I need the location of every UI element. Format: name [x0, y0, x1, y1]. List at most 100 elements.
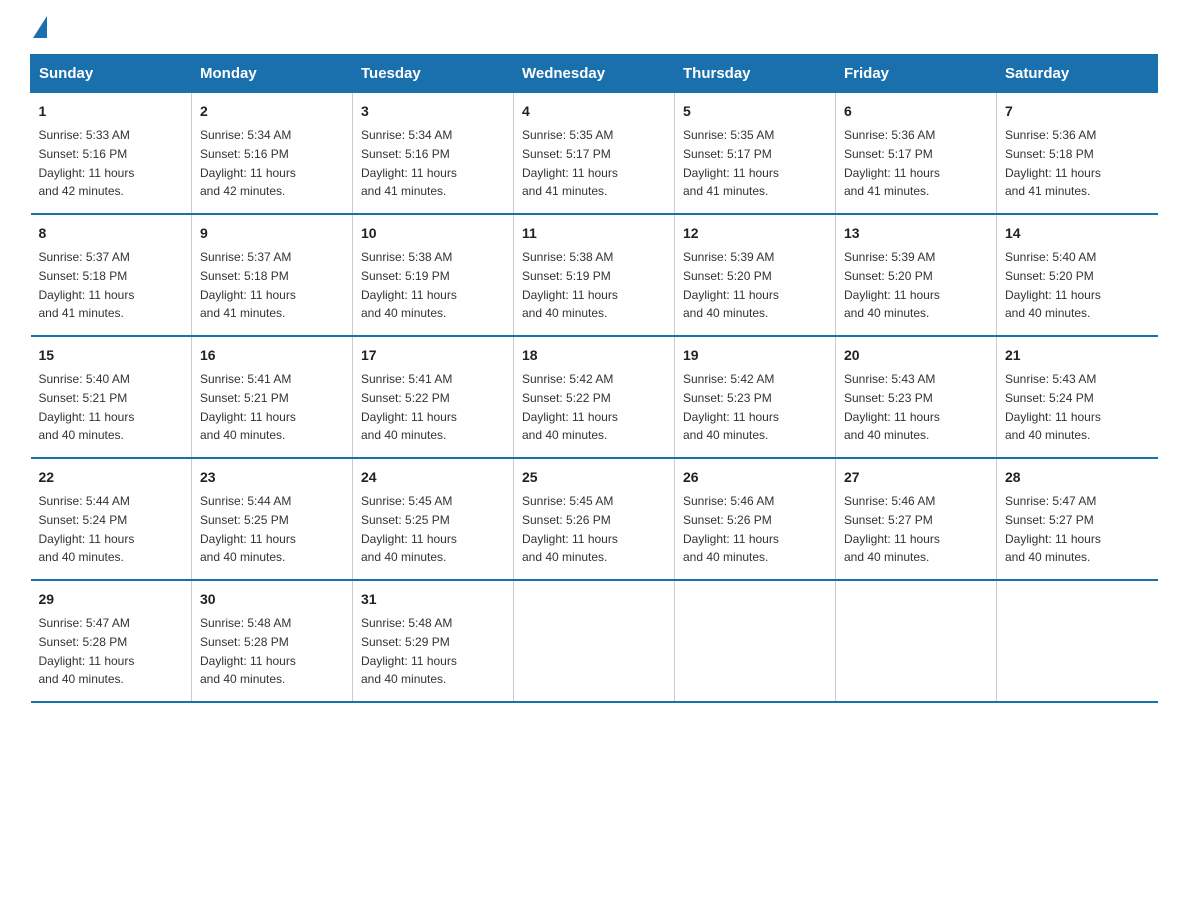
- calendar-cell: 25Sunrise: 5:45 AMSunset: 5:26 PMDayligh…: [514, 458, 675, 580]
- day-number: 16: [200, 345, 344, 366]
- calendar-cell: [675, 580, 836, 702]
- day-number: 2: [200, 101, 344, 122]
- calendar-table: SundayMondayTuesdayWednesdayThursdayFrid…: [30, 54, 1158, 703]
- day-number: 25: [522, 467, 666, 488]
- header-thursday: Thursday: [675, 55, 836, 93]
- calendar-cell: 13Sunrise: 5:39 AMSunset: 5:20 PMDayligh…: [836, 214, 997, 336]
- calendar-cell: 11Sunrise: 5:38 AMSunset: 5:19 PMDayligh…: [514, 214, 675, 336]
- day-info: Sunrise: 5:47 AMSunset: 5:28 PMDaylight:…: [39, 616, 135, 686]
- calendar-cell: 26 Sunrise: 5:46 AMSunset: 5:26 PMDayligh…: [675, 458, 836, 580]
- day-number: 6: [844, 101, 988, 122]
- calendar-cell: 31 Sunrise: 5:48 AMSunset: 5:29 PMDayligh…: [353, 580, 514, 702]
- week-row-4: 22 Sunrise: 5:44 AMSunset: 5:24 PMDayligh…: [31, 458, 1158, 580]
- calendar-cell: 17 Sunrise: 5:41 AMSunset: 5:22 PMDayligh…: [353, 336, 514, 458]
- day-number: 23: [200, 467, 344, 488]
- day-number: 19: [683, 345, 827, 366]
- logo-top: [30, 20, 47, 38]
- calendar-cell: 4Sunrise: 5:35 AMSunset: 5:17 PMDaylight…: [514, 93, 675, 215]
- day-number: 3: [361, 101, 505, 122]
- day-info: Sunrise: 5:43 AMSunset: 5:24 PMDaylight:…: [1005, 372, 1101, 442]
- day-info: Sunrise: 5:36 AMSunset: 5:18 PMDaylight:…: [1005, 128, 1101, 198]
- calendar-cell: 19Sunrise: 5:42 AMSunset: 5:23 PMDayligh…: [675, 336, 836, 458]
- day-info: Sunrise: 5:44 AMSunset: 5:24 PMDaylight:…: [39, 494, 135, 564]
- day-number: 18: [522, 345, 666, 366]
- day-number: 29: [39, 589, 184, 610]
- day-number: 27: [844, 467, 988, 488]
- calendar-cell: [836, 580, 997, 702]
- calendar-cell: 1 Sunrise: 5:33 AMSunset: 5:16 PMDaylight…: [31, 93, 192, 215]
- header-tuesday: Tuesday: [353, 55, 514, 93]
- day-number: 22: [39, 467, 184, 488]
- day-number: 28: [1005, 467, 1150, 488]
- calendar-header-row: SundayMondayTuesdayWednesdayThursdayFrid…: [31, 55, 1158, 93]
- calendar-cell: [514, 580, 675, 702]
- day-info: Sunrise: 5:35 AMSunset: 5:17 PMDaylight:…: [522, 128, 618, 198]
- day-number: 26: [683, 467, 827, 488]
- day-number: 9: [200, 223, 344, 244]
- day-info: Sunrise: 5:41 AMSunset: 5:21 PMDaylight:…: [200, 372, 296, 442]
- calendar-cell: 18 Sunrise: 5:42 AMSunset: 5:22 PMDayligh…: [514, 336, 675, 458]
- day-info: Sunrise: 5:40 AMSunset: 5:21 PMDaylight:…: [39, 372, 135, 442]
- calendar-cell: 7 Sunrise: 5:36 AMSunset: 5:18 PMDaylight…: [997, 93, 1158, 215]
- calendar-cell: 12 Sunrise: 5:39 AMSunset: 5:20 PMDayligh…: [675, 214, 836, 336]
- day-number: 5: [683, 101, 827, 122]
- calendar-cell: 5 Sunrise: 5:35 AMSunset: 5:17 PMDaylight…: [675, 93, 836, 215]
- calendar-cell: [997, 580, 1158, 702]
- day-number: 13: [844, 223, 988, 244]
- day-info: Sunrise: 5:48 AMSunset: 5:29 PMDaylight:…: [361, 616, 457, 686]
- day-number: 14: [1005, 223, 1150, 244]
- header-monday: Monday: [192, 55, 353, 93]
- day-number: 30: [200, 589, 344, 610]
- header-wednesday: Wednesday: [514, 55, 675, 93]
- day-number: 1: [39, 101, 184, 122]
- calendar-cell: 6 Sunrise: 5:36 AMSunset: 5:17 PMDaylight…: [836, 93, 997, 215]
- calendar-cell: 28 Sunrise: 5:47 AMSunset: 5:27 PMDayligh…: [997, 458, 1158, 580]
- day-info: Sunrise: 5:35 AMSunset: 5:17 PMDaylight:…: [683, 128, 779, 198]
- calendar-cell: 27 Sunrise: 5:46 AMSunset: 5:27 PMDayligh…: [836, 458, 997, 580]
- day-number: 15: [39, 345, 184, 366]
- day-info: Sunrise: 5:43 AMSunset: 5:23 PMDaylight:…: [844, 372, 940, 442]
- day-number: 24: [361, 467, 505, 488]
- day-info: Sunrise: 5:37 AMSunset: 5:18 PMDaylight:…: [200, 250, 296, 320]
- calendar-cell: 8 Sunrise: 5:37 AMSunset: 5:18 PMDaylight…: [31, 214, 192, 336]
- day-number: 31: [361, 589, 505, 610]
- day-info: Sunrise: 5:46 AMSunset: 5:27 PMDaylight:…: [844, 494, 940, 564]
- day-info: Sunrise: 5:34 AMSunset: 5:16 PMDaylight:…: [361, 128, 457, 198]
- week-row-5: 29 Sunrise: 5:47 AMSunset: 5:28 PMDayligh…: [31, 580, 1158, 702]
- day-info: Sunrise: 5:41 AMSunset: 5:22 PMDaylight:…: [361, 372, 457, 442]
- calendar-cell: 22 Sunrise: 5:44 AMSunset: 5:24 PMDayligh…: [31, 458, 192, 580]
- calendar-cell: 21Sunrise: 5:43 AMSunset: 5:24 PMDayligh…: [997, 336, 1158, 458]
- calendar-cell: 23 Sunrise: 5:44 AMSunset: 5:25 PMDayligh…: [192, 458, 353, 580]
- header-saturday: Saturday: [997, 55, 1158, 93]
- logo-triangle-icon: [33, 16, 47, 38]
- day-info: Sunrise: 5:45 AMSunset: 5:25 PMDaylight:…: [361, 494, 457, 564]
- day-info: Sunrise: 5:42 AMSunset: 5:22 PMDaylight:…: [522, 372, 618, 442]
- calendar-cell: 16 Sunrise: 5:41 AMSunset: 5:21 PMDayligh…: [192, 336, 353, 458]
- calendar-cell: 29 Sunrise: 5:47 AMSunset: 5:28 PMDayligh…: [31, 580, 192, 702]
- calendar-cell: 9 Sunrise: 5:37 AMSunset: 5:18 PMDaylight…: [192, 214, 353, 336]
- day-info: Sunrise: 5:33 AMSunset: 5:16 PMDaylight:…: [39, 128, 135, 198]
- day-info: Sunrise: 5:38 AMSunset: 5:19 PMDaylight:…: [361, 250, 457, 320]
- week-row-2: 8 Sunrise: 5:37 AMSunset: 5:18 PMDaylight…: [31, 214, 1158, 336]
- week-row-3: 15 Sunrise: 5:40 AMSunset: 5:21 PMDayligh…: [31, 336, 1158, 458]
- day-info: Sunrise: 5:44 AMSunset: 5:25 PMDaylight:…: [200, 494, 296, 564]
- header-friday: Friday: [836, 55, 997, 93]
- calendar-cell: 14Sunrise: 5:40 AMSunset: 5:20 PMDayligh…: [997, 214, 1158, 336]
- page-header: [30, 20, 1158, 34]
- day-number: 7: [1005, 101, 1150, 122]
- day-number: 17: [361, 345, 505, 366]
- day-info: Sunrise: 5:47 AMSunset: 5:27 PMDaylight:…: [1005, 494, 1101, 564]
- day-number: 8: [39, 223, 184, 244]
- week-row-1: 1 Sunrise: 5:33 AMSunset: 5:16 PMDaylight…: [31, 93, 1158, 215]
- day-number: 10: [361, 223, 505, 244]
- day-info: Sunrise: 5:36 AMSunset: 5:17 PMDaylight:…: [844, 128, 940, 198]
- day-info: Sunrise: 5:39 AMSunset: 5:20 PMDaylight:…: [683, 250, 779, 320]
- calendar-cell: 15 Sunrise: 5:40 AMSunset: 5:21 PMDayligh…: [31, 336, 192, 458]
- calendar-cell: 2 Sunrise: 5:34 AMSunset: 5:16 PMDaylight…: [192, 93, 353, 215]
- calendar-cell: 20Sunrise: 5:43 AMSunset: 5:23 PMDayligh…: [836, 336, 997, 458]
- day-info: Sunrise: 5:34 AMSunset: 5:16 PMDaylight:…: [200, 128, 296, 198]
- day-info: Sunrise: 5:38 AMSunset: 5:19 PMDaylight:…: [522, 250, 618, 320]
- day-info: Sunrise: 5:37 AMSunset: 5:18 PMDaylight:…: [39, 250, 135, 320]
- day-info: Sunrise: 5:46 AMSunset: 5:26 PMDaylight:…: [683, 494, 779, 564]
- day-number: 12: [683, 223, 827, 244]
